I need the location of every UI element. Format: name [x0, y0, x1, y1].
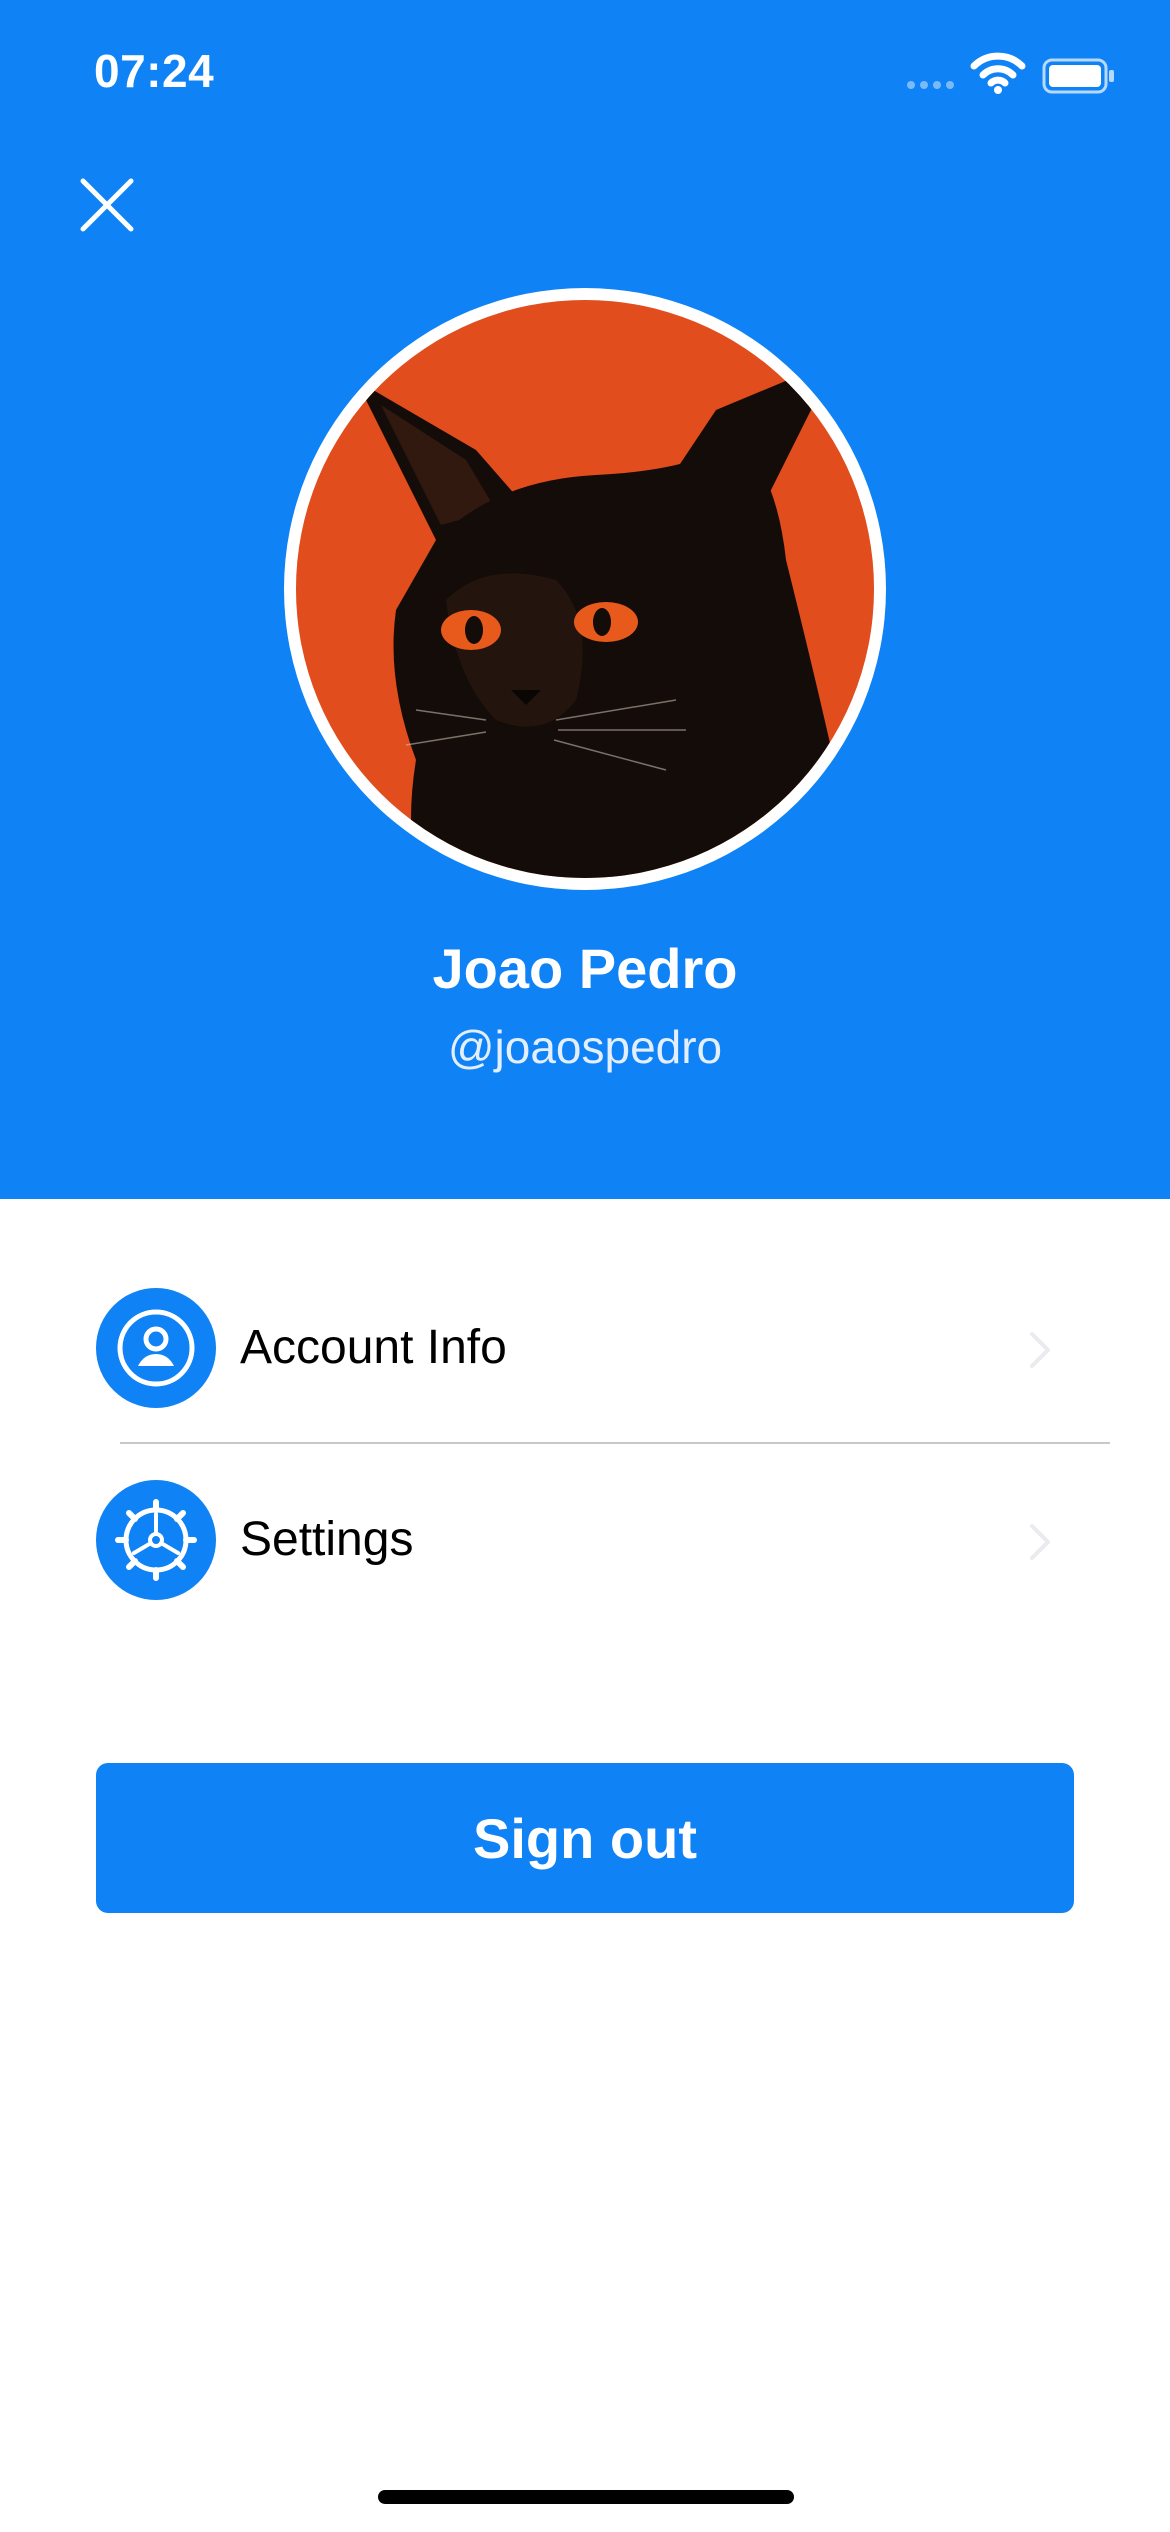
home-indicator[interactable] [378, 2490, 794, 2504]
cellular-signal-icon [907, 81, 954, 89]
user-name: Joao Pedro [432, 937, 738, 1000]
battery-icon [1042, 58, 1114, 94]
status-time: 07:24 [94, 45, 215, 97]
settings-icon-circle [96, 1480, 216, 1600]
menu-item-label: Settings [240, 1513, 414, 1566]
close-button[interactable] [62, 160, 152, 250]
user-handle: @joaospedro [447, 1021, 723, 1073]
chevron-right-icon [1030, 1524, 1050, 1560]
sign-out-button[interactable]: Sign out [96, 1763, 1074, 1913]
account-info-icon-circle [96, 1288, 216, 1408]
profile-header: 07:24 Joao Pedro @joaospedro [0, 0, 1170, 1199]
avatar-ring [284, 288, 886, 890]
menu-item-account-info[interactable]: Account Info [0, 1288, 1170, 1458]
avatar[interactable] [296, 300, 874, 878]
profile-screen: 07:24 Joao Pedro @joaospedro Account Inf… [0, 0, 1170, 2532]
close-icon [80, 178, 134, 232]
wifi-icon [970, 52, 1026, 94]
person-circle-icon [117, 1309, 195, 1387]
gear-icon [115, 1499, 197, 1581]
chevron-right-icon [1030, 1332, 1050, 1368]
black-cat-photo [296, 300, 874, 878]
menu-divider [120, 1442, 1110, 1444]
menu-item-settings[interactable]: Settings [0, 1480, 1170, 1650]
status-icons [906, 52, 1116, 98]
menu-item-label: Account Info [240, 1321, 507, 1374]
